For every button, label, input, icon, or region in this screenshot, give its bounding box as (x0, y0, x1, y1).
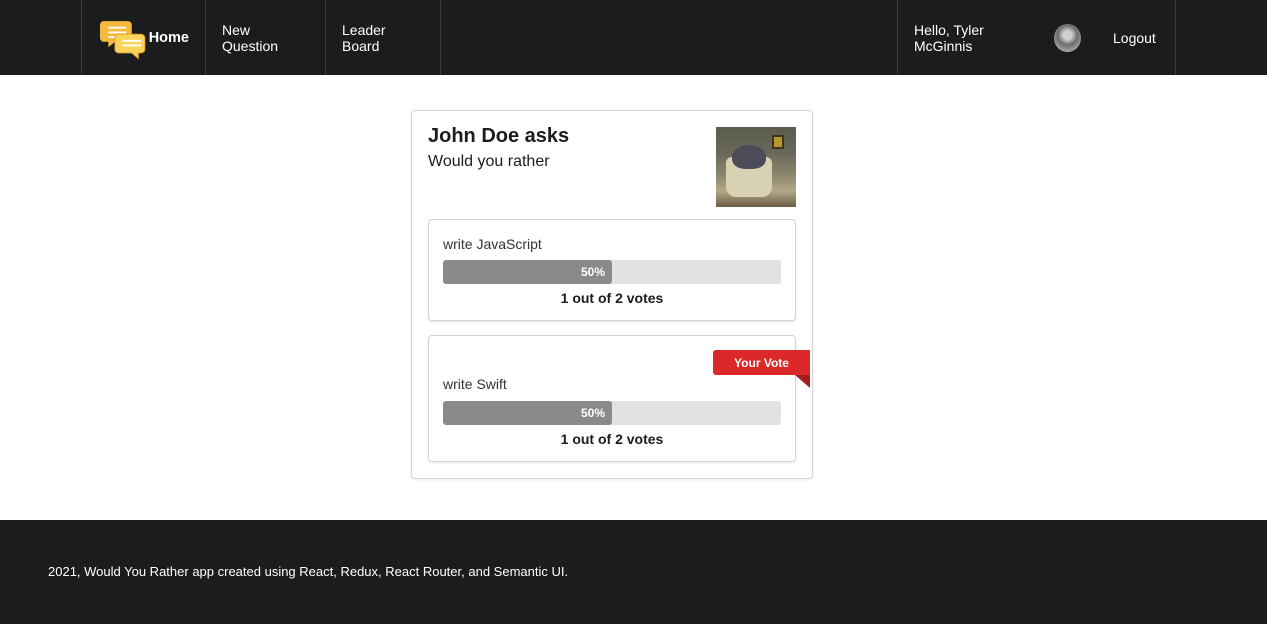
progress-bar: 50% (443, 260, 781, 284)
nav-leader-board[interactable]: Leader Board (326, 0, 441, 75)
option-text: write Swift (443, 376, 507, 392)
logout-label: Logout (1113, 29, 1156, 46)
question-subtitle: Would you rather (428, 153, 550, 170)
your-vote-ribbon: Your Vote (713, 350, 810, 375)
nav-home[interactable]: Home (81, 0, 206, 75)
asker-heading: John Doe asks (428, 125, 570, 147)
nav-new-question[interactable]: New Question (206, 0, 326, 75)
option-text: write JavaScript (443, 236, 542, 252)
nav-leader-board-label: Leader Board (342, 21, 386, 54)
asker-avatar (716, 127, 796, 207)
chat-bubbles-icon (100, 20, 146, 60)
progress-bar: 50% (443, 401, 781, 425)
ribbon-fold (795, 375, 810, 388)
poll-option: write JavaScript 50% 1 out of 2 votes (428, 219, 796, 321)
vote-count: 1 out of 2 votes (560, 431, 664, 447)
progress-fill: 50% (443, 260, 612, 284)
poll-option: Your Vote write Swift 50% 1 out of 2 vot… (428, 335, 810, 462)
progress-fill: 50% (443, 401, 612, 425)
footer-text: 2021, Would You Rather app created using… (48, 564, 569, 579)
footer: 2021, Would You Rather app created using… (0, 520, 1267, 624)
progress-label: 50% (580, 406, 605, 420)
vote-count: 1 out of 2 votes (560, 290, 664, 306)
question-card: John Doe asks Would you rather write Jav… (411, 110, 813, 479)
nav-new-question-label: New Question (222, 21, 279, 54)
top-nav: Home New Question Leader Board Hello, Ty… (0, 0, 1267, 75)
user-greeting: Hello, Tyler McGinnis (914, 21, 984, 54)
avatar (1053, 23, 1081, 52)
nav-home-label: Home (148, 29, 189, 46)
nav-user-greeting: Hello, Tyler McGinnis (897, 0, 1097, 75)
logout-button[interactable]: Logout (1097, 0, 1176, 75)
progress-label: 50% (580, 265, 605, 279)
